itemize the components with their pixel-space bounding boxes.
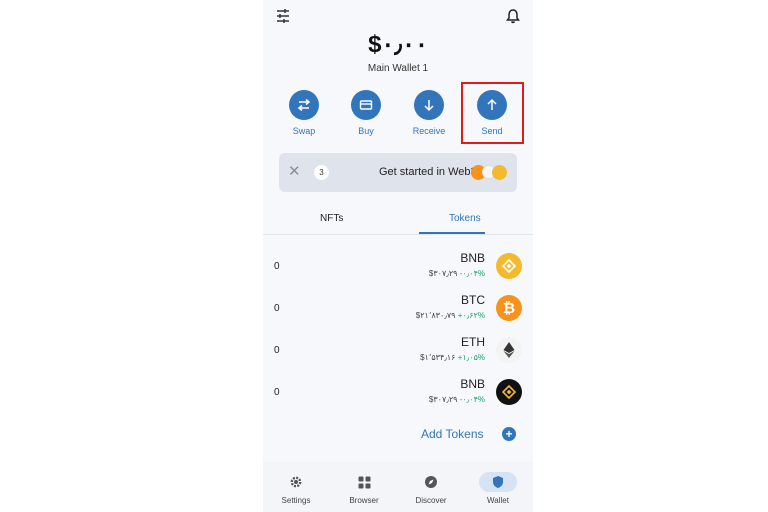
nav-settings-label: Settings — [281, 496, 311, 505]
tab-tokens[interactable]: Tokens — [449, 213, 481, 224]
bnb-icon — [496, 253, 522, 279]
token-balance: 0 — [274, 387, 280, 398]
total-balance: $۰٫۰۰ — [368, 31, 428, 58]
tabs-divider — [263, 234, 533, 235]
token-price: $۱٬۵۳۴٫۱۶ — [420, 353, 456, 362]
close-icon[interactable]: ✕ — [288, 164, 301, 180]
token-price-line: $۲۱٬۸۳۰٫۷۹ +۰٫۶۲% — [416, 311, 485, 320]
token-price: $۳۰۷٫۲۹ — [428, 395, 458, 404]
nav-browser-label: Browser — [349, 496, 379, 505]
token-price: $۲۱٬۸۳۰٫۷۹ — [415, 311, 456, 320]
bell-icon[interactable] — [503, 6, 523, 26]
token-row[interactable]: 0 ETH $۱٬۵۳۴٫۱۶ +۱٫۰۵% — [263, 329, 533, 371]
sliders-icon[interactable] — [273, 6, 293, 26]
wallet-screen: $۰٫۰۰ Main Wallet 1 Swap Buy Receive Sen… — [263, 0, 533, 512]
buy-label: Buy — [358, 126, 374, 136]
receive-label: Receive — [412, 126, 446, 136]
eth-icon — [496, 337, 522, 363]
token-symbol: BNB — [460, 377, 485, 391]
arrow-down-icon — [414, 90, 444, 120]
token-symbol: BNB — [460, 251, 485, 265]
token-change: +۰٫۶۲% — [457, 311, 485, 320]
bottom-nav: Settings Browser Discover Wallet — [263, 462, 533, 512]
nav-discover[interactable]: Discover — [401, 472, 461, 505]
tab-nfts[interactable]: NFTs — [320, 213, 343, 224]
swap-icon — [289, 90, 319, 120]
token-price-line: $۳۰۷٫۲۹ -۰٫۰۴% — [429, 269, 485, 278]
banner-count-badge: 3 — [314, 165, 329, 180]
banner-text: Get started in Web3 — [379, 166, 477, 178]
nav-wallet-label: Wallet — [487, 496, 509, 505]
token-symbol: ETH — [461, 335, 485, 349]
token-price-line: $۱٬۵۳۴٫۱۶ +۱٫۰۵% — [420, 353, 485, 362]
compass-icon — [412, 472, 450, 492]
wallet-name[interactable]: Main Wallet 1 — [263, 63, 533, 74]
receive-button[interactable]: Receive — [404, 90, 454, 136]
token-change: -۰٫۰۴% — [459, 395, 485, 404]
bnb-coin-icon — [492, 165, 507, 180]
token-change: +۱٫۰۵% — [457, 353, 485, 362]
send-highlight-box — [461, 82, 524, 144]
token-price-line: $۳۰۷٫۲۹ -۰٫۰۴% — [429, 395, 485, 404]
nav-settings[interactable]: Settings — [266, 472, 326, 505]
nav-wallet[interactable]: Wallet — [468, 472, 528, 505]
card-icon — [351, 90, 381, 120]
token-row[interactable]: 0 BNB $۳۰۷٫۲۹ -۰٫۰۴% — [263, 371, 533, 413]
token-row[interactable]: 0 BTC $۲۱٬۸۳۰٫۷۹ +۰٫۶۲% ₿ — [263, 287, 533, 329]
gear-icon — [277, 472, 315, 492]
buy-button[interactable]: Buy — [341, 90, 391, 136]
add-tokens-link[interactable]: Add Tokens — [421, 427, 484, 441]
token-change: -۰٫۰۴% — [459, 269, 485, 278]
token-row[interactable]: 0 BNB $۳۰۷٫۲۹ -۰٫۰۴% — [263, 245, 533, 287]
grid-icon — [345, 472, 383, 492]
btc-icon: ₿ — [496, 295, 522, 321]
shield-icon — [479, 472, 517, 492]
swap-label: Swap — [292, 126, 316, 136]
nav-discover-label: Discover — [415, 496, 447, 505]
nav-browser[interactable]: Browser — [334, 472, 394, 505]
token-price: $۳۰۷٫۲۹ — [428, 269, 458, 278]
web3-banner[interactable]: ✕ 3 Get started in Web3 — [279, 153, 517, 192]
swap-button[interactable]: Swap — [279, 90, 329, 136]
asset-tabs: NFTs Tokens — [263, 208, 533, 234]
token-balance: 0 — [274, 303, 280, 314]
token-balance: 0 — [274, 345, 280, 356]
plus-icon[interactable]: + — [502, 427, 516, 441]
bnb-dark-icon — [496, 379, 522, 405]
token-symbol: BTC — [461, 293, 485, 307]
token-balance: 0 — [274, 261, 280, 272]
